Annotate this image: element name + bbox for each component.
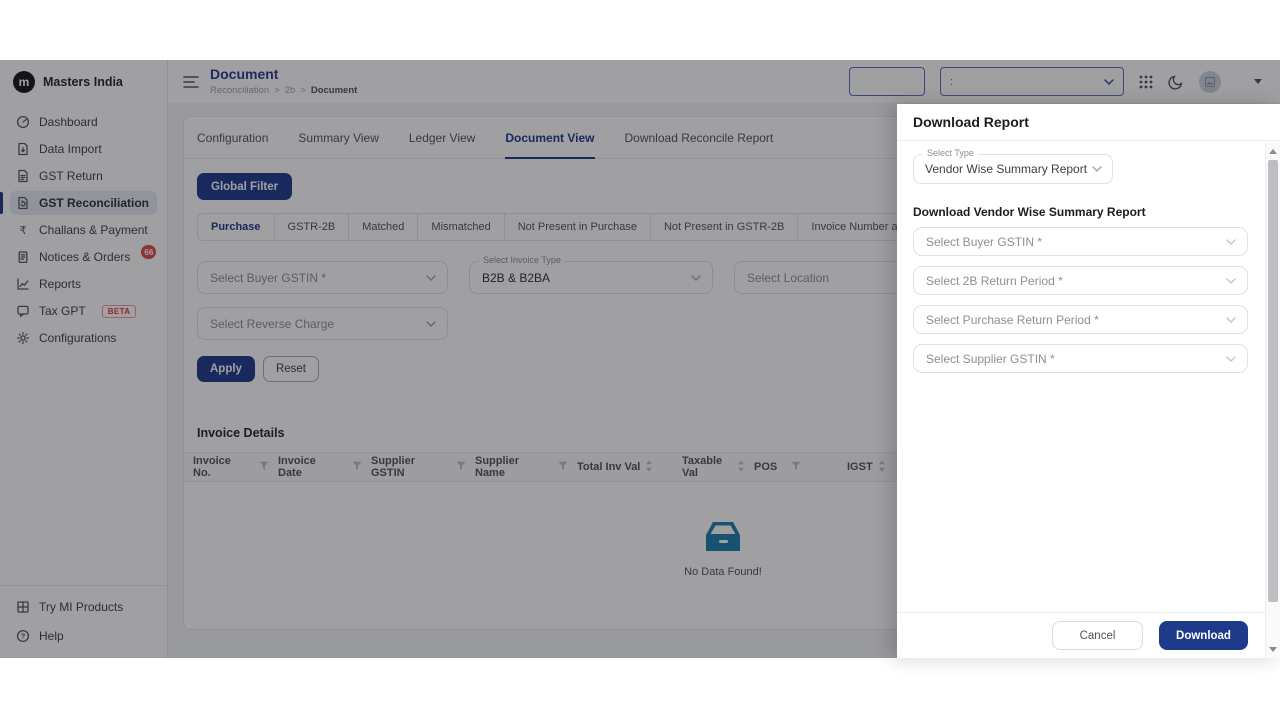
- chevron-down-icon: [1226, 239, 1236, 245]
- panel-buyer-gstin-select[interactable]: Select Buyer GSTIN *: [913, 227, 1248, 256]
- select-placeholder: Select Purchase Return Period *: [926, 313, 1099, 327]
- download-report-panel: Download Report Select Type Vendor Wise …: [897, 104, 1280, 658]
- panel-supplier-gstin-select[interactable]: Select Supplier GSTIN *: [913, 344, 1248, 373]
- select-value: Vendor Wise Summary Report: [925, 162, 1087, 176]
- panel-title: Download Report: [913, 114, 1029, 130]
- scrollbar-down-arrow-icon[interactable]: [1266, 642, 1280, 656]
- report-type-select[interactable]: Select Type Vendor Wise Summary Report: [913, 154, 1113, 184]
- scrollbar-up-arrow-icon[interactable]: [1266, 144, 1280, 158]
- panel-footer: Cancel Download: [897, 612, 1265, 658]
- panel-body: Select Type Vendor Wise Summary Report D…: [897, 142, 1265, 612]
- screenshot-stage: m Masters India Dashboard Data Import: [0, 0, 1280, 720]
- select-placeholder: Select Supplier GSTIN *: [926, 352, 1055, 366]
- chevron-down-icon: [1226, 317, 1236, 323]
- select-floating-label: Select Type: [923, 148, 978, 158]
- download-button[interactable]: Download: [1159, 621, 1248, 650]
- panel-purchase-return-period-select[interactable]: Select Purchase Return Period *: [913, 305, 1248, 334]
- chevron-down-icon: [1226, 356, 1236, 362]
- panel-2b-return-period-select[interactable]: Select 2B Return Period *: [913, 266, 1248, 295]
- select-placeholder: Select Buyer GSTIN *: [926, 235, 1042, 249]
- chevron-down-icon: [1226, 278, 1236, 284]
- panel-section-title: Download Vendor Wise Summary Report: [913, 205, 1248, 219]
- select-placeholder: Select 2B Return Period *: [926, 274, 1063, 288]
- panel-header: Download Report: [897, 104, 1280, 141]
- scrollbar-thumb[interactable]: [1268, 160, 1278, 602]
- app-window: m Masters India Dashboard Data Import: [0, 60, 1280, 658]
- panel-scrollbar[interactable]: [1265, 142, 1280, 658]
- chevron-down-icon: [1092, 166, 1102, 172]
- cancel-button[interactable]: Cancel: [1052, 621, 1143, 650]
